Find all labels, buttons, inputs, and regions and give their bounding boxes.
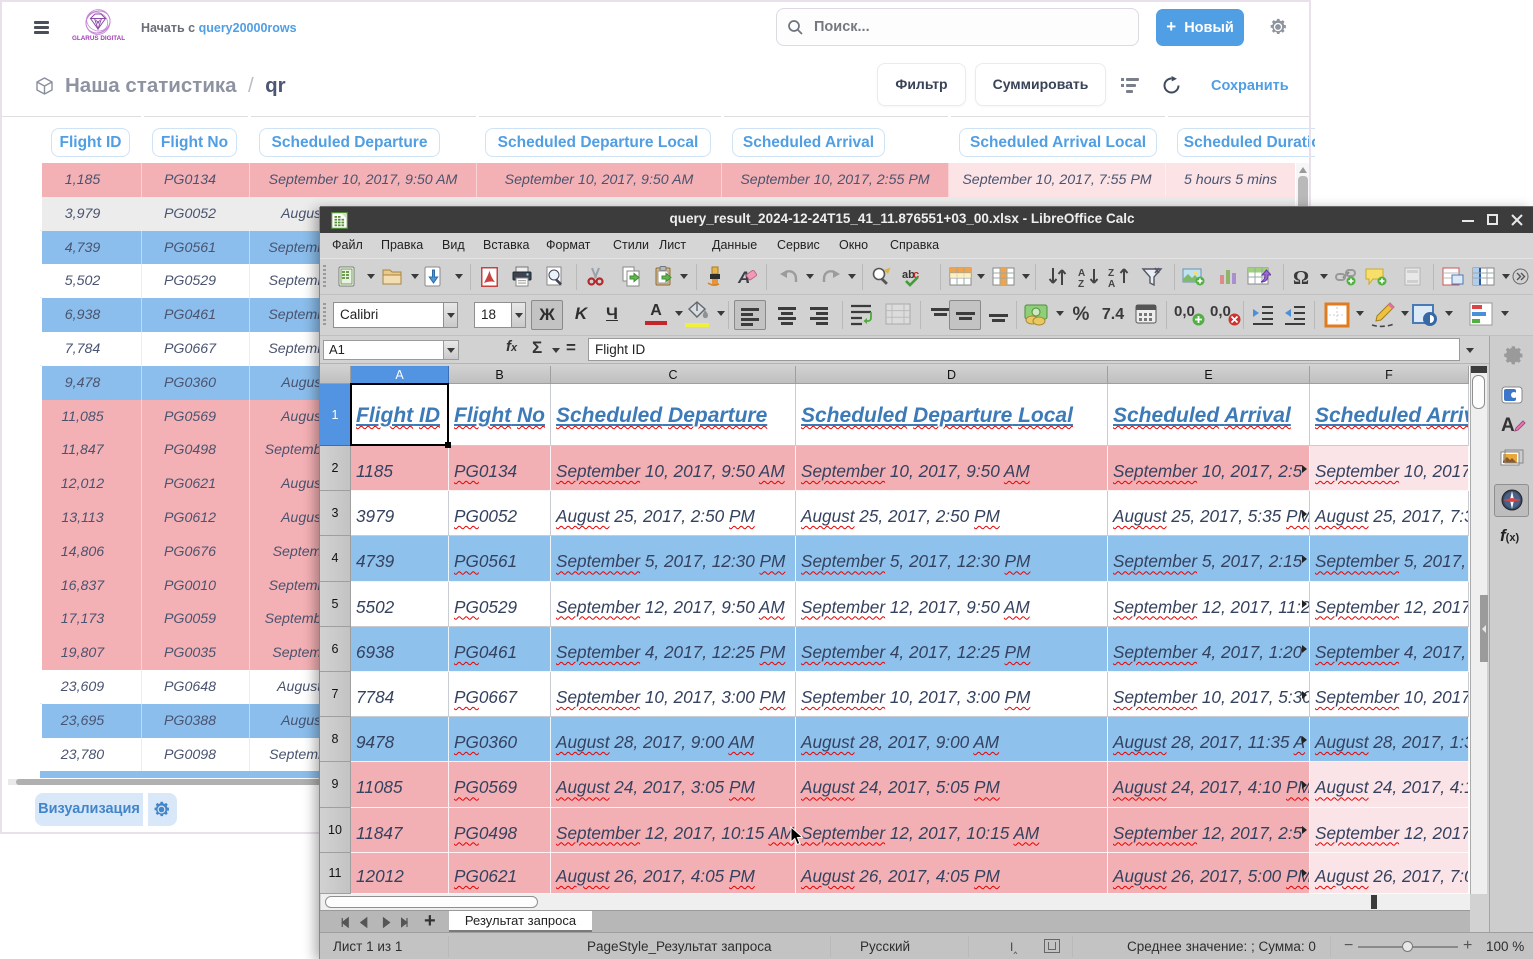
svg-text:A: A xyxy=(1108,279,1115,288)
svg-text:Z: Z xyxy=(1078,279,1084,288)
svg-text:Z: Z xyxy=(1108,268,1114,279)
svg-text:Ω: Ω xyxy=(1293,267,1309,288)
svg-text:A: A xyxy=(1078,268,1085,279)
